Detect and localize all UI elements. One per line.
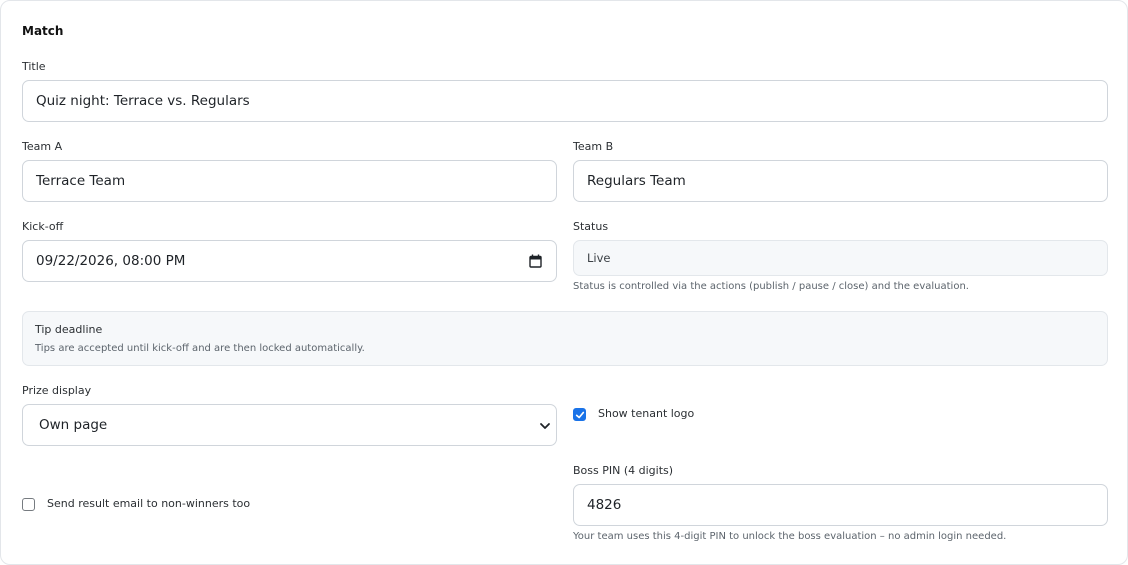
- send-result-email-checkbox[interactable]: [22, 498, 35, 511]
- status-help-text: Status is controlled via the actions (pu…: [573, 281, 969, 292]
- tip-deadline-title: Tip deadline: [35, 323, 103, 336]
- prize-display-label: Prize display: [22, 384, 92, 397]
- status-field: Live: [573, 240, 1108, 276]
- team-a-input-value: Terrace Team: [36, 173, 126, 189]
- kickoff-input-value: 09/22/2026, 08:00 PM: [36, 253, 186, 269]
- chevron-down-icon: [540, 423, 550, 429]
- team-a-input[interactable]: Terrace Team: [22, 160, 557, 202]
- title-label: Title: [22, 60, 46, 73]
- team-b-label: Team B: [573, 140, 614, 153]
- status-value: Live: [587, 251, 611, 265]
- kickoff-label: Kick-off: [22, 220, 64, 233]
- show-tenant-logo-label[interactable]: Show tenant logo: [598, 407, 694, 420]
- title-input-value: Quiz night: Terrace vs. Regulars: [36, 93, 250, 109]
- section-title: Match: [22, 24, 64, 38]
- status-label: Status: [573, 220, 609, 233]
- prize-display-select[interactable]: Own page: [22, 404, 557, 446]
- team-b-input[interactable]: Regulars Team: [573, 160, 1108, 202]
- title-input[interactable]: Quiz night: Terrace vs. Regulars: [22, 80, 1108, 122]
- boss-pin-help-text: Your team uses this 4-digit PIN to unloc…: [573, 531, 1007, 542]
- calendar-icon[interactable]: [529, 254, 542, 268]
- show-tenant-logo-checkbox[interactable]: [573, 408, 586, 421]
- tip-deadline-info-box: Tip deadline Tips are accepted until kic…: [22, 311, 1108, 366]
- match-card: Match Title Quiz night: Terrace vs. Regu…: [0, 0, 1128, 565]
- boss-pin-label: Boss PIN (4 digits): [573, 464, 674, 477]
- checkmark-icon: [575, 411, 584, 418]
- prize-display-value: Own page: [39, 417, 108, 433]
- team-b-input-value: Regulars Team: [587, 173, 686, 189]
- send-result-email-label[interactable]: Send result email to non-winners too: [47, 497, 250, 510]
- kickoff-datetime-input[interactable]: 09/22/2026, 08:00 PM: [22, 240, 557, 282]
- tip-deadline-text: Tips are accepted until kick-off and are…: [35, 343, 365, 354]
- boss-pin-value: 4826: [587, 497, 622, 513]
- boss-pin-input[interactable]: 4826: [573, 484, 1108, 526]
- team-a-label: Team A: [22, 140, 63, 153]
